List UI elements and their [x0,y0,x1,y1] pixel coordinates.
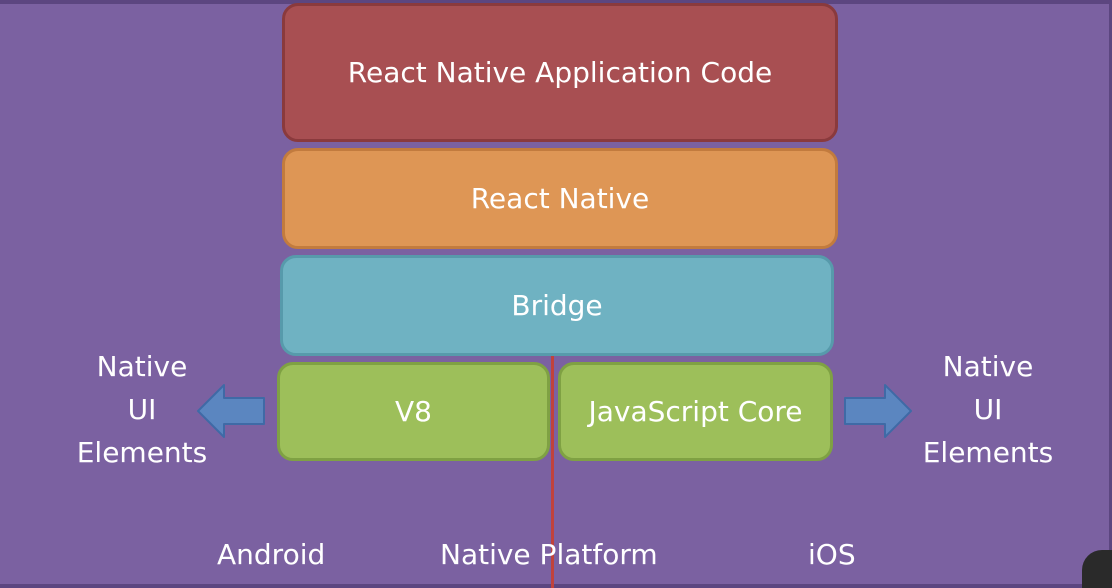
bridge-label: Bridge [511,289,603,322]
corner-shadow [1082,550,1112,588]
bridge-block: Bridge [280,255,834,356]
android-label: Android [217,538,326,571]
javascript-core-block: JavaScript Core [558,362,833,461]
bottom-border [0,584,1112,588]
left-line-1: Native [96,350,188,383]
javascript-core-label: JavaScript Core [588,395,803,428]
architecture-slide: React Native Application Code React Nati… [0,0,1112,588]
app-code-block: React Native Application Code [282,3,838,142]
v8-label: V8 [395,395,432,428]
arrow-left-icon [197,384,265,438]
right-line-3: Elements [922,436,1054,469]
react-native-block: React Native [282,148,838,249]
right-line-1: Native [942,350,1034,383]
v8-block: V8 [277,362,550,461]
arrow-right-icon [844,384,912,438]
ios-label: iOS [808,538,856,571]
react-native-label: React Native [470,182,650,215]
app-code-label: React Native Application Code [347,56,773,89]
native-platform-label: Native Platform [440,538,658,571]
right-line-2: UI [973,393,1003,426]
right-native-ui-label: Native UI Elements [903,345,1073,474]
